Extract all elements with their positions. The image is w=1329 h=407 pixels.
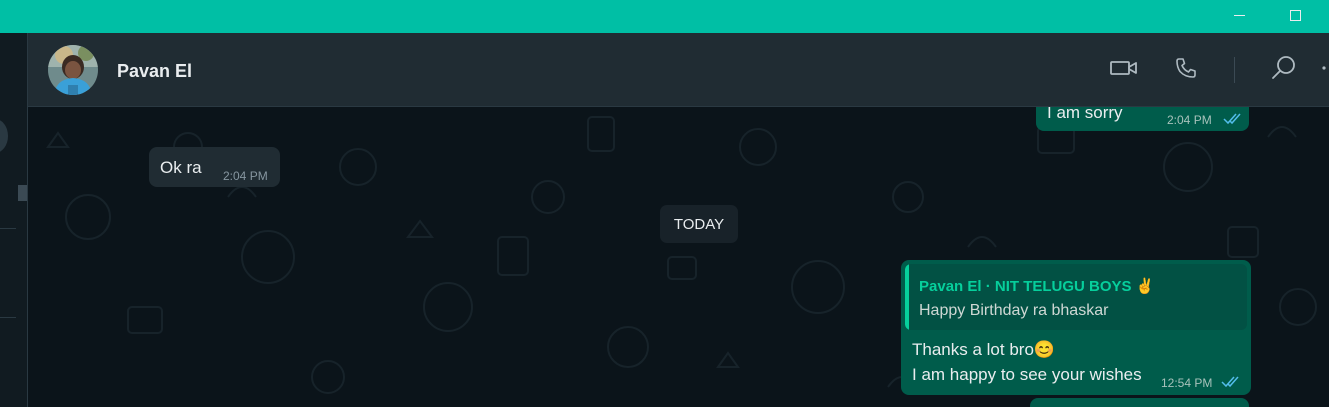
incoming-message[interactable]: Ok ra 2:04 PM bbox=[149, 147, 280, 187]
contact-name[interactable]: Pavan El bbox=[117, 61, 192, 82]
minimize-button[interactable] bbox=[1216, 0, 1262, 30]
message-list[interactable]: I am sorry 2:04 PM Ok ra 2:04 PM TODAY P… bbox=[28, 107, 1329, 407]
voice-call-button[interactable] bbox=[1171, 53, 1201, 83]
chat-list-avatar[interactable] bbox=[0, 119, 8, 153]
message-text: I am sorry bbox=[1047, 107, 1123, 122]
message-time: 2:04 PM bbox=[1167, 113, 1212, 127]
outgoing-message[interactable] bbox=[1030, 398, 1249, 407]
video-call-icon bbox=[1110, 61, 1137, 75]
header-divider bbox=[1234, 57, 1235, 83]
quote-bar bbox=[905, 264, 909, 330]
conversation-header: Pavan El bbox=[28, 33, 1329, 107]
quote-author: Pavan El · NIT TELUGU BOYS ✌ bbox=[919, 278, 1155, 295]
search-button[interactable] bbox=[1269, 53, 1299, 83]
read-receipt-icon bbox=[1223, 113, 1241, 125]
search-icon bbox=[1272, 56, 1295, 79]
voice-call-icon bbox=[1176, 58, 1196, 78]
minimize-icon bbox=[1233, 14, 1245, 16]
message-time: 12:54 PM bbox=[1161, 376, 1213, 390]
outgoing-message[interactable]: Pavan El · NIT TELUGU BOYS ✌ Happy Birth… bbox=[901, 260, 1251, 395]
message-text: Thanks a lot bro😊 bbox=[912, 340, 1056, 359]
quoted-message[interactable]: Pavan El · NIT TELUGU BOYS ✌ Happy Birth… bbox=[905, 264, 1247, 330]
message-time: 2:04 PM bbox=[223, 169, 268, 183]
divider bbox=[0, 228, 16, 229]
maximize-icon bbox=[1289, 9, 1301, 21]
avatar[interactable] bbox=[48, 45, 98, 95]
divider bbox=[0, 317, 16, 318]
message-text: Ok ra bbox=[160, 158, 202, 177]
chat-list-scrollbar[interactable] bbox=[18, 185, 27, 201]
quote-text: Happy Birthday ra bhaskar bbox=[919, 302, 1109, 319]
date-separator: TODAY bbox=[660, 205, 738, 243]
menu-dots-icon bbox=[1321, 66, 1326, 70]
window-title-bar bbox=[0, 0, 1329, 33]
read-receipt-icon bbox=[1221, 376, 1239, 388]
chat-list-edge bbox=[0, 33, 28, 407]
outgoing-message[interactable]: I am sorry 2:04 PM bbox=[1036, 107, 1249, 131]
video-call-button[interactable] bbox=[1109, 53, 1139, 83]
maximize-button[interactable] bbox=[1272, 0, 1318, 30]
message-text: I am happy to see your wishes bbox=[912, 365, 1142, 384]
menu-button[interactable] bbox=[1318, 53, 1329, 83]
